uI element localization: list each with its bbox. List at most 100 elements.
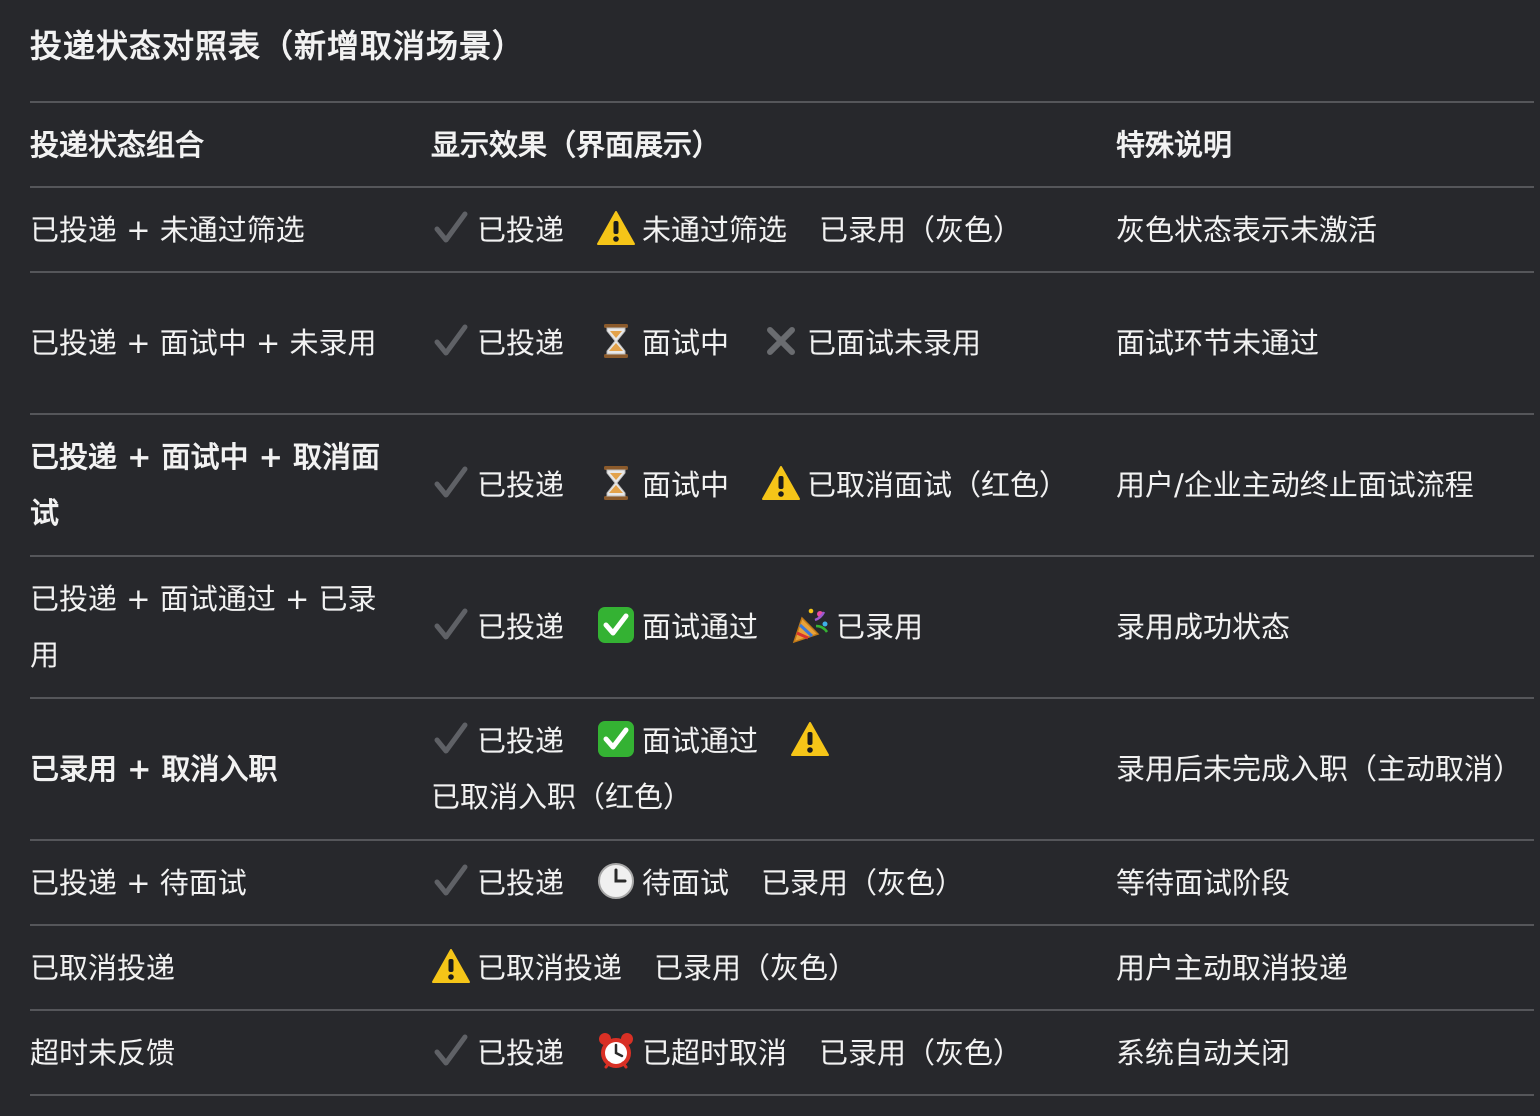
status-chip: 已投递 <box>431 324 565 360</box>
status-chip: 已录用（灰色） <box>654 951 857 985</box>
status-chip: 已录用（灰色） <box>819 1036 1022 1070</box>
warning-icon <box>790 720 830 758</box>
status-chip: 面试中 <box>596 324 730 360</box>
party-popper-icon <box>790 606 830 644</box>
status-chip-label: 已面试未录用 <box>807 326 982 360</box>
table-row: 已投递 + 面试中 + 取消面试 已投递 面试中 已取消面试（红色） 用户/企业主动终止… <box>30 415 1534 557</box>
status-chip-label: 已取消面试（红色） <box>807 468 1069 502</box>
status-chip-label: 已投递 <box>477 468 565 502</box>
status-chip: 已超时取消 <box>596 1032 788 1070</box>
table-row: 已投递 + 面试中 + 未录用 已投递 面试中 已面试未录用 面试环节未通过 <box>30 273 1534 415</box>
special-note-cell: 用户/企业主动终止面试流程 <box>1116 468 1474 502</box>
status-chip-label: 已录用 <box>836 610 924 644</box>
table-row: 已投递 + 未通过筛选 已投递 未通过筛选 已录用（灰色） 灰色状态表示未激活 <box>30 188 1534 273</box>
status-chip: 待面试 <box>596 862 730 900</box>
status-chip-label: 已录用（灰色） <box>654 950 858 985</box>
status-chip: 已投递 <box>431 1034 565 1070</box>
green-check-icon <box>596 606 636 644</box>
status-chip-label: 已录用（灰色） <box>819 212 1023 247</box>
status-chip: 面试通过 <box>596 607 759 644</box>
status-chip: 已投递 <box>431 466 565 502</box>
status-chip: 已投递 <box>431 608 565 644</box>
check-mark-icon <box>431 322 471 360</box>
status-chip: 未通过筛选 <box>596 210 788 247</box>
status-chip-label: 未通过筛选 <box>642 212 788 247</box>
check-mark-icon <box>431 209 471 247</box>
special-note-cell: 灰色状态表示未激活 <box>1116 212 1378 247</box>
status-chip-label: 已投递 <box>477 865 565 900</box>
status-table: 投递状态组合 显示效果（界面展示） 特殊说明 已投递 + 未通过筛选 已投递 未通过… <box>30 101 1534 1096</box>
warning-icon <box>431 947 471 985</box>
display-effect-cell: 已投递 面试通过已取消入职（红色） <box>431 713 1116 825</box>
display-effect-cell: 已投递 面试中 已取消面试（红色） <box>431 457 1116 513</box>
status-chip: 已录用 <box>790 608 924 644</box>
page-title: 投递状态对照表（新增取消场景） <box>30 27 526 65</box>
display-effect-cell: 已投递 面试中 已面试未录用 <box>431 315 1116 371</box>
display-effect-cell: 已投递 未通过筛选 已录用（灰色） <box>431 202 1116 258</box>
status-chip: 已取消投递 <box>431 948 622 985</box>
status-chip-label: 已投递 <box>477 724 565 758</box>
check-mark-icon <box>431 862 471 900</box>
table-row: 已取消投递 已取消投递 已录用（灰色） 用户主动取消投递 <box>30 926 1534 1011</box>
clock-icon <box>596 862 636 900</box>
check-mark-icon <box>431 606 471 644</box>
special-note-cell: 等待面试阶段 <box>1116 865 1291 900</box>
status-chip-label: 已投递 <box>477 212 565 247</box>
combination-cell: 已投递 + 面试中 + 取消面试 <box>30 440 380 530</box>
status-chip-label: 已投递 <box>477 610 565 644</box>
status-chip: 已投递 <box>431 864 565 900</box>
status-chip-label: 面试通过 <box>642 724 759 758</box>
cross-mark-icon <box>761 322 801 360</box>
warning-icon <box>596 209 636 247</box>
combination-cell: 已投递 + 待面试 <box>30 865 247 900</box>
status-chip: 已取消面试（红色） <box>761 466 1069 502</box>
display-effect-cell: 已取消投递 已录用（灰色） <box>431 940 1116 996</box>
special-note-cell: 面试环节未通过 <box>1116 326 1320 360</box>
hourglass-icon <box>596 322 636 360</box>
combination-cell: 已录用 + 取消入职 <box>30 752 278 786</box>
special-note-cell: 录用成功状态 <box>1116 610 1291 644</box>
table-row: 超时未反馈 已投递 已超时取消 已录用（灰色） 系统自动关闭 <box>30 1011 1534 1096</box>
status-chip-label: 已录用（灰色） <box>761 865 965 900</box>
display-effect-cell: 已投递 待面试 已录用（灰色） <box>431 855 1116 911</box>
display-effect-cell: 已投递 已超时取消 已录用（灰色） <box>431 1025 1116 1081</box>
status-chip: 已录用（灰色） <box>819 213 1022 247</box>
status-chip: 已录用（灰色） <box>761 866 964 900</box>
special-note-cell: 录用后未完成入职（主动取消） <box>1116 752 1523 786</box>
combination-cell: 超时未反馈 <box>30 1035 176 1070</box>
status-chip-label: 已取消入职（红色） <box>431 780 693 814</box>
alarm-clock-icon <box>596 1032 636 1070</box>
header-display-effect: 显示效果（界面展示） <box>431 127 722 162</box>
special-note-cell: 用户主动取消投递 <box>1116 950 1349 985</box>
status-chip-label: 已投递 <box>477 326 565 360</box>
status-chip-label: 待面试 <box>642 865 730 900</box>
status-chip-label: 已录用（灰色） <box>819 1035 1023 1070</box>
status-chip-label: 已投递 <box>477 1035 565 1070</box>
check-mark-icon <box>431 464 471 502</box>
status-chip-label: 面试通过 <box>642 610 759 644</box>
combination-cell: 已投递 + 未通过筛选 <box>30 212 305 247</box>
green-check-icon <box>596 720 636 758</box>
status-chip: 已投递 <box>431 211 565 247</box>
table-row: 已投递 + 面试通过 + 已录用 已投递 面试通过 已录用 录用成功状态 <box>30 557 1534 699</box>
status-chip-label: 面试中 <box>642 468 730 502</box>
combination-cell: 已投递 + 面试中 + 未录用 <box>30 326 377 360</box>
table-header-row: 投递状态组合 显示效果（界面展示） 特殊说明 <box>30 103 1534 188</box>
table-row: 已录用 + 取消入职 已投递 面试通过已取消入职（红色） 录用后未完成入职（主动取消） <box>30 699 1534 841</box>
display-effect-cell: 已投递 面试通过 已录用 <box>431 599 1116 655</box>
status-chip-label: 已超时取消 <box>642 1035 788 1070</box>
hourglass-icon <box>596 464 636 502</box>
special-note-cell: 系统自动关闭 <box>1116 1035 1291 1070</box>
combination-cell: 已取消投递 <box>30 950 176 985</box>
status-chip: 面试通过 <box>596 721 759 758</box>
check-mark-icon <box>431 720 471 758</box>
combination-cell: 已投递 + 面试通过 + 已录用 <box>30 582 377 672</box>
status-chip: 已面试未录用 <box>761 326 981 360</box>
check-mark-icon <box>431 1032 471 1070</box>
status-chip-label: 面试中 <box>642 326 730 360</box>
header-combination: 投递状态组合 <box>30 127 205 162</box>
table-row: 已投递 + 待面试 已投递 待面试 已录用（灰色） 等待面试阶段 <box>30 841 1534 926</box>
status-chip: 面试中 <box>596 466 730 502</box>
status-chip: 已投递 <box>431 722 565 758</box>
warning-icon <box>761 464 801 502</box>
